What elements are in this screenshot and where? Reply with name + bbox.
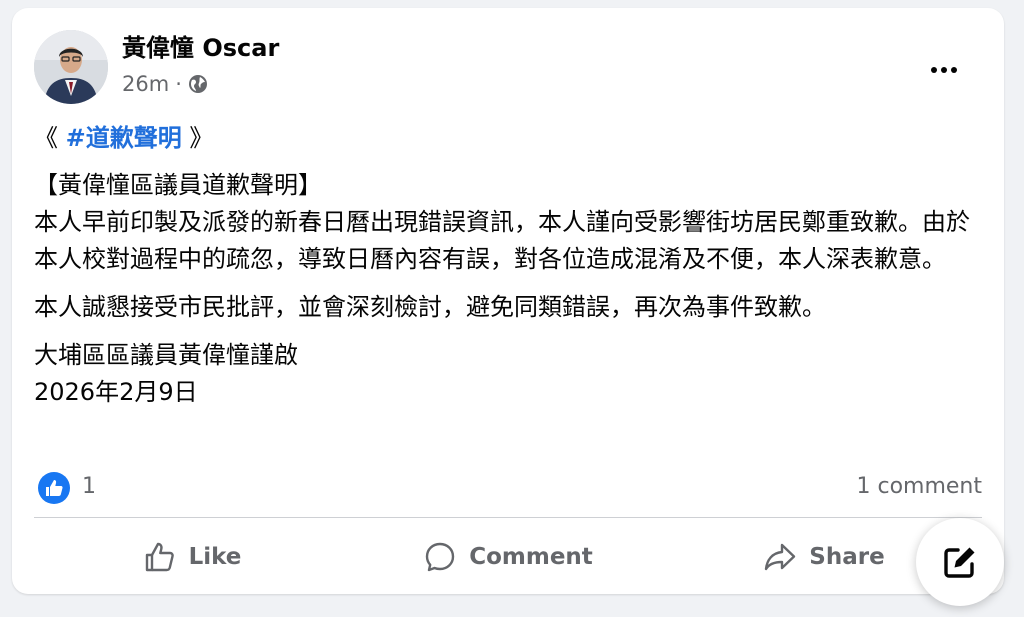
post-heading: 【黃偉憧區議員道歉聲明】 <box>34 171 322 199</box>
compose-button[interactable] <box>916 518 1004 606</box>
meta-separator: · <box>175 72 182 96</box>
avatar[interactable] <box>34 30 108 104</box>
comment-count[interactable]: 1 comment <box>856 474 982 499</box>
like-reaction-icon[interactable] <box>38 472 70 504</box>
divider <box>34 517 982 518</box>
more-options-button[interactable] <box>924 58 964 82</box>
post-paragraph-1: 本人早前印製及派發的新春日曆出現錯誤資訊，本人謹向受影響街坊居民鄭重致歉。由於本… <box>34 208 970 273</box>
thumbs-up-icon <box>46 480 63 496</box>
more-dot-icon <box>941 67 947 73</box>
post-header: 黃偉憧 Oscar 26m · <box>34 30 982 106</box>
post-signature: 大埔區區議員黃偉憧謹啟 <box>34 341 298 369</box>
thumbs-up-outline-icon <box>145 542 174 572</box>
reactions-bar: 1 1 comment <box>38 470 982 506</box>
post-card: 黃偉憧 Oscar 26m · 《 #道歉聲明 》 【黃偉憧區議員道歉聲明】 本… <box>12 8 1004 594</box>
more-dot-icon <box>931 67 937 73</box>
edit-pencil-icon <box>944 547 975 578</box>
author-name[interactable]: 黃偉憧 Oscar <box>122 32 279 64</box>
like-button[interactable]: Like <box>34 528 350 586</box>
post-body: 《 #道歉聲明 》 【黃偉憧區議員道歉聲明】 本人早前印製及派發的新春日曆出現錯… <box>34 120 982 411</box>
share-arrow-icon <box>765 543 796 571</box>
action-bar: Like Comment Share <box>34 528 982 586</box>
comment-label: Comment <box>469 544 593 570</box>
post-date: 2026年2月9日 <box>34 378 198 406</box>
like-label: Like <box>188 544 242 570</box>
hashtag-close-bracket: 》 <box>189 124 214 152</box>
hashtag-open-bracket: 《 <box>34 124 58 152</box>
reaction-count[interactable]: 1 <box>82 474 96 499</box>
comment-bubble-icon <box>426 542 455 572</box>
hashtag-line: 《 #道歉聲明 》 <box>34 120 982 157</box>
post-timestamp[interactable]: 26m <box>122 70 169 98</box>
more-dot-icon <box>951 67 957 73</box>
post-paragraph-2: 本人誠懇接受市民批評，並會深刻檢討，避免同類錯誤，再次為事件致歉。 <box>34 293 826 321</box>
comment-button[interactable]: Comment <box>350 528 666 586</box>
hashtag-link[interactable]: #道歉聲明 <box>66 124 182 152</box>
share-label: Share <box>809 544 885 570</box>
post-meta: 26m · <box>122 70 208 98</box>
globe-icon[interactable] <box>188 74 208 94</box>
avatar-image <box>34 30 108 104</box>
